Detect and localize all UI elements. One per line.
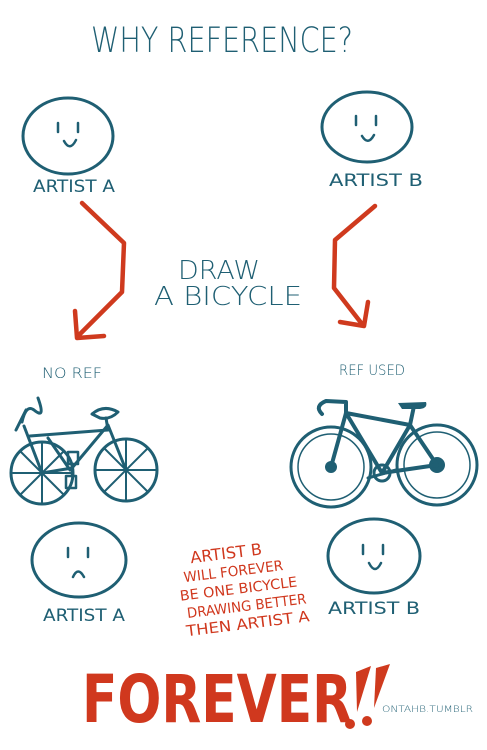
artist-a-top-label: ARTIST A — [33, 177, 115, 197]
comic-canvas: WHY REFERENCE? ARTIST A ARTIST B DRAW A … — [9, 21, 479, 738]
artist-a-sad-face — [30, 521, 128, 599]
bad-bicycle-drawing — [9, 396, 159, 506]
artist-b-bottom-label: ARTIST B — [328, 599, 420, 619]
arrow-left-icon — [72, 200, 127, 341]
arrow-right-icon — [331, 203, 378, 329]
artist-a-bottom-label: ARTIST A — [43, 606, 125, 626]
good-bicycle-drawing — [289, 399, 479, 509]
artist-b-top-label: ARTIST B — [329, 171, 423, 191]
artist-b-happy-face-bottom — [326, 517, 422, 595]
ref-used-label: REF USED — [339, 363, 405, 379]
artist-credit: ONTAHB.TUMBLR — [382, 705, 473, 715]
forever-heading: FOREVER — [82, 661, 352, 738]
task-line-2: A BICYCLE — [154, 282, 302, 312]
artist-a-happy-face — [21, 96, 115, 176]
title: WHY REFERENCE? — [91, 21, 353, 61]
conclusion-text: ARTIST B WILL FOREVER BE ONE BICYCLE DRA… — [179, 540, 311, 641]
no-ref-label: NO REF — [42, 366, 102, 382]
artist-b-happy-face — [320, 90, 414, 164]
